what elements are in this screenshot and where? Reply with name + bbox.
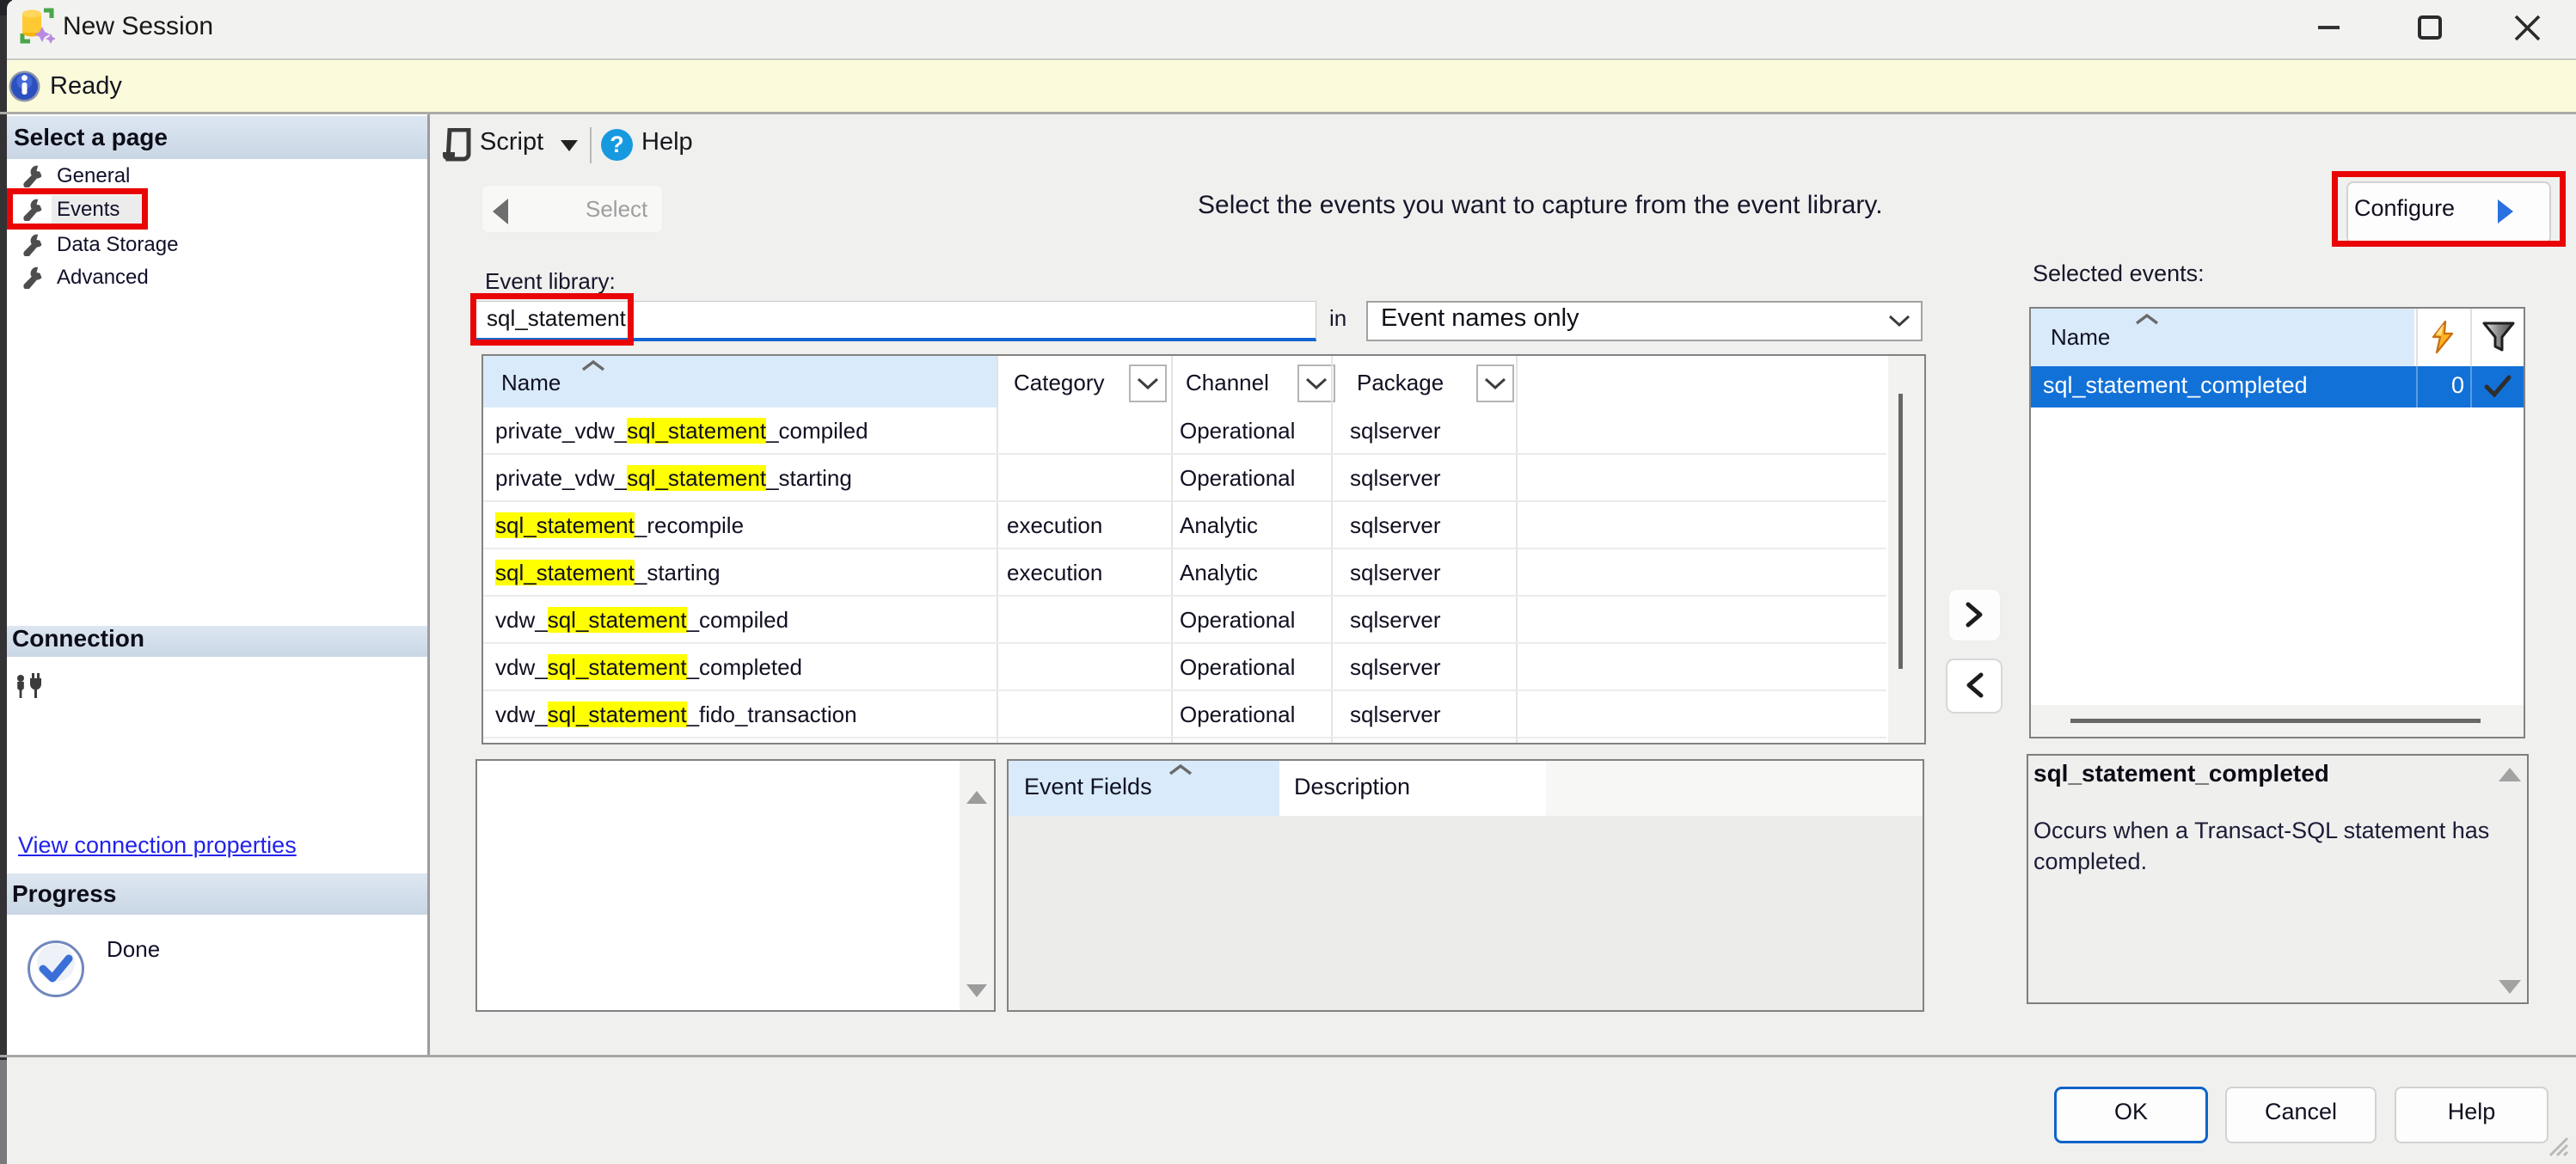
svg-text:?: ? [610,132,624,157]
